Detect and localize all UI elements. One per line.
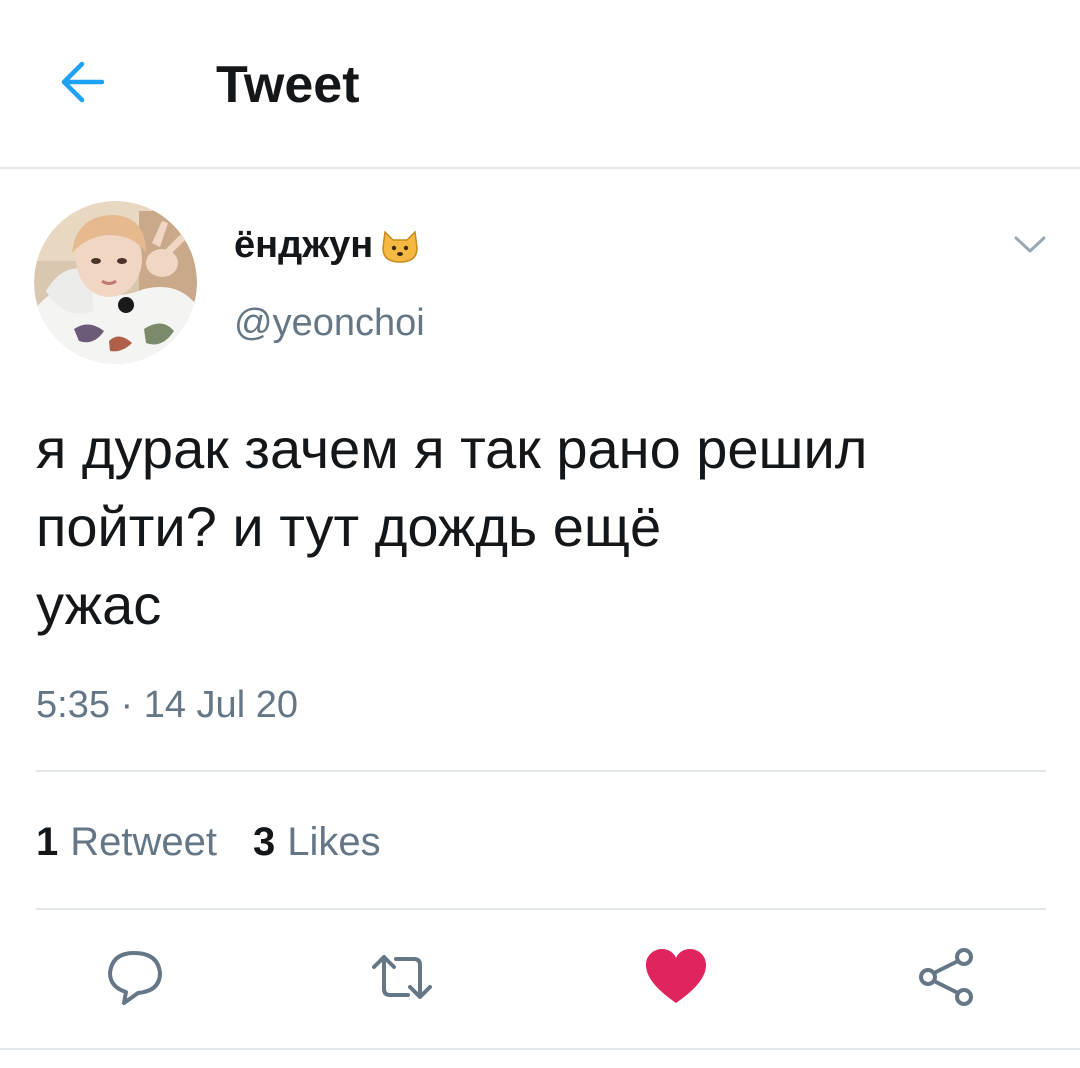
retweet-count: 1 — [36, 820, 59, 864]
reply-button[interactable] — [104, 945, 168, 1009]
arrow-left-icon — [61, 61, 105, 103]
likes-count: 3 — [253, 820, 276, 864]
chevron-down-icon — [1014, 236, 1046, 253]
reply-icon — [108, 951, 162, 1005]
retweet-count-link[interactable]: 1 Retweet — [36, 818, 217, 866]
tweet-stats: 1 Retweet 3 Likes — [36, 818, 417, 866]
divider — [36, 908, 1046, 910]
author-handle[interactable]: @yeonchoi — [234, 300, 425, 346]
tweet-text-line: пойти? и тут дождь ещё — [36, 495, 662, 558]
like-button[interactable] — [644, 945, 708, 1009]
share-icon — [919, 948, 973, 1006]
tweet-text: я дурак зачем я так рано решил пойти? и … — [36, 410, 1046, 644]
divider — [0, 1048, 1080, 1050]
likes-count-link[interactable]: 3 Likes — [253, 818, 381, 866]
author-display-name[interactable]: ёнджун — [234, 222, 421, 268]
heart-icon — [646, 949, 706, 1003]
likes-label: Likes — [287, 820, 381, 864]
divider — [36, 770, 1046, 772]
share-button[interactable] — [914, 945, 978, 1009]
more-options-button[interactable] — [1008, 226, 1052, 262]
cat-face-icon — [382, 230, 418, 263]
tweet-text-line: я дурак зачем я так рано решил — [36, 417, 868, 480]
tweet-timestamp[interactable]: 5:35 · 14 Jul 20 — [36, 682, 298, 728]
page-title: Tweet — [216, 56, 360, 114]
retweet-icon — [372, 955, 432, 999]
retweet-button[interactable] — [370, 945, 434, 1009]
author-name-text: ёнджун — [234, 224, 374, 266]
tweet-text-line: ужас — [36, 573, 162, 636]
retweet-label: Retweet — [70, 820, 217, 864]
back-button[interactable] — [56, 54, 112, 110]
avatar[interactable] — [34, 201, 197, 364]
top-bar: Tweet — [0, 0, 1080, 169]
avatar-image — [34, 201, 197, 364]
